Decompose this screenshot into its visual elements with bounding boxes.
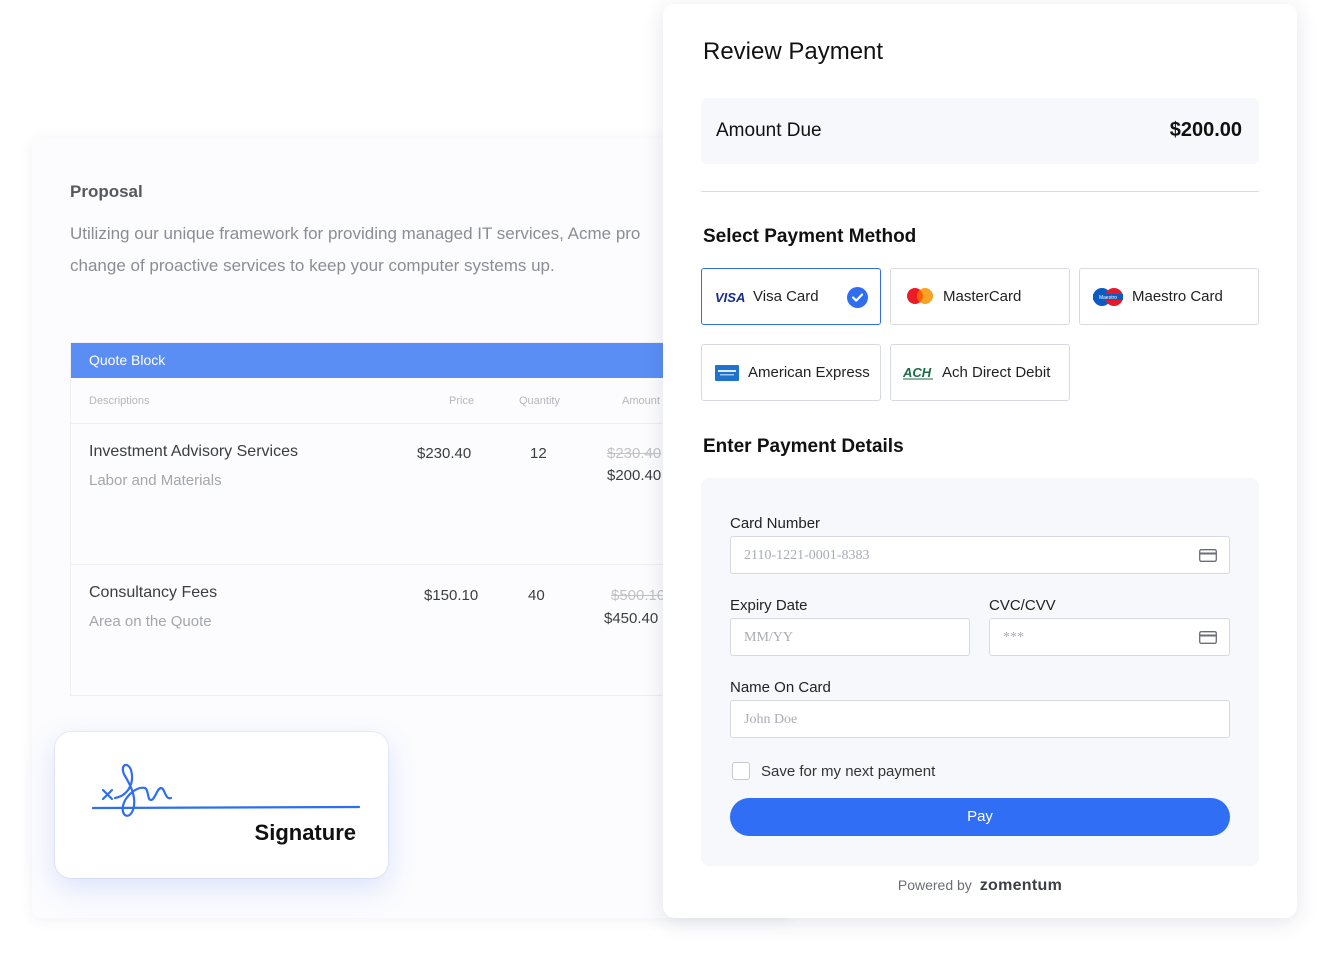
signature-label: Signature — [254, 820, 356, 845]
mastercard-logo-icon — [907, 288, 933, 304]
save-payment-checkbox[interactable] — [732, 762, 750, 780]
card-number-label: Card Number — [730, 515, 821, 532]
credit-card-icon — [1199, 631, 1217, 644]
name-on-card-input[interactable]: John Doe — [730, 700, 1230, 738]
payment-method-label: American Express — [748, 364, 870, 381]
amex-logo-icon — [715, 365, 739, 381]
payment-method-label: Visa Card — [753, 288, 819, 305]
review-payment-panel: Review Payment Amount Due $200.00 Select… — [663, 4, 1297, 918]
proposal-description: Utilizing our unique framework for provi… — [70, 224, 641, 275]
payment-details-form: Card Number 2110-1221-0001-8383 Expiry D… — [701, 478, 1259, 866]
cvc-input[interactable]: *** — [989, 618, 1230, 656]
name-on-card-label: Name On Card — [730, 679, 831, 696]
payment-method-label: Ach Direct Debit — [942, 364, 1051, 381]
cvc-label: CVC/CVV — [989, 597, 1056, 614]
row-amount: $450.40 — [604, 610, 659, 627]
payment-method-mastercard[interactable]: MasterCard — [890, 268, 1070, 325]
page-title: Review Payment — [703, 38, 884, 65]
payment-method-label: MasterCard — [943, 288, 1022, 305]
row-subtitle: Labor and Materials — [89, 472, 222, 489]
row-quantity: 12 — [530, 445, 547, 462]
selected-check-icon — [847, 287, 868, 308]
svg-text:VISA: VISA — [715, 290, 745, 304]
cvc-placeholder: *** — [1003, 630, 1024, 645]
ach-logo-icon: ACH — [903, 365, 933, 380]
amount-due-value: $200.00 — [1169, 119, 1242, 141]
svg-text:ACH: ACH — [903, 365, 932, 380]
row-price: $230.40 — [417, 445, 472, 462]
payment-method-american-express[interactable]: American Express — [701, 344, 881, 401]
row-old-amount: $230.40 — [607, 445, 662, 462]
expiry-date-input[interactable]: MM/YY — [730, 618, 970, 656]
row-divider — [71, 423, 669, 424]
proposal-title: Proposal — [70, 182, 143, 201]
expiry-date-label: Expiry Date — [730, 597, 808, 614]
column-header-descriptions: Descriptions — [89, 395, 150, 407]
column-header-quantity: Quantity — [519, 395, 560, 407]
amount-due-label: Amount Due — [716, 120, 822, 141]
card-number-value: 2110-1221-0001-8383 — [744, 548, 870, 563]
amount-due-box: Amount Due $200.00 — [701, 98, 1259, 164]
powered-by: Powered by zomentum — [663, 877, 1297, 895]
payment-method-label: Maestro Card — [1132, 288, 1223, 305]
pay-button[interactable]: Pay — [730, 798, 1230, 836]
column-header-amount: Amount — [622, 395, 660, 407]
payment-method-maestro[interactable]: Maestro Maestro Card — [1079, 268, 1259, 325]
maestro-logo-icon: Maestro — [1093, 288, 1123, 306]
save-payment-label: Save for my next payment — [761, 763, 936, 780]
row-title: Consultancy Fees — [89, 584, 218, 601]
powered-by-label: Powered by — [897, 877, 972, 893]
row-subtitle: Area on the Quote — [89, 613, 212, 630]
visa-logo-icon: VISA — [715, 290, 745, 304]
row-divider — [71, 564, 669, 565]
row-price: $150.10 — [424, 587, 479, 604]
column-header-price: Price — [449, 395, 475, 407]
svg-text:Maestro: Maestro — [1099, 295, 1117, 301]
row-old-amount: $500.10 — [611, 587, 666, 604]
quote-block: Quote Block Descriptions Price Quantity … — [70, 342, 670, 696]
row-title: Investment Advisory Services — [89, 443, 298, 460]
row-amount: $200.40 — [607, 467, 662, 484]
payment-method-ach-direct-debit[interactable]: ACH Ach Direct Debit — [890, 344, 1070, 401]
quote-block-header: Quote Block — [71, 343, 669, 378]
card-number-input[interactable]: 2110-1221-0001-8383 — [730, 536, 1230, 574]
enter-payment-details-title: Enter Payment Details — [703, 436, 904, 457]
credit-card-icon — [1199, 549, 1217, 562]
divider — [701, 191, 1259, 192]
row-quantity: 40 — [528, 587, 545, 604]
zomentum-logo: zomentum — [979, 877, 1063, 894]
expiry-date-placeholder: MM/YY — [744, 630, 794, 645]
name-on-card-placeholder: John Doe — [744, 712, 798, 727]
payment-method-visa[interactable]: VISA Visa Card — [701, 268, 881, 325]
select-payment-method-title: Select Payment Method — [703, 226, 917, 247]
signature-card[interactable]: Signature — [55, 732, 388, 878]
